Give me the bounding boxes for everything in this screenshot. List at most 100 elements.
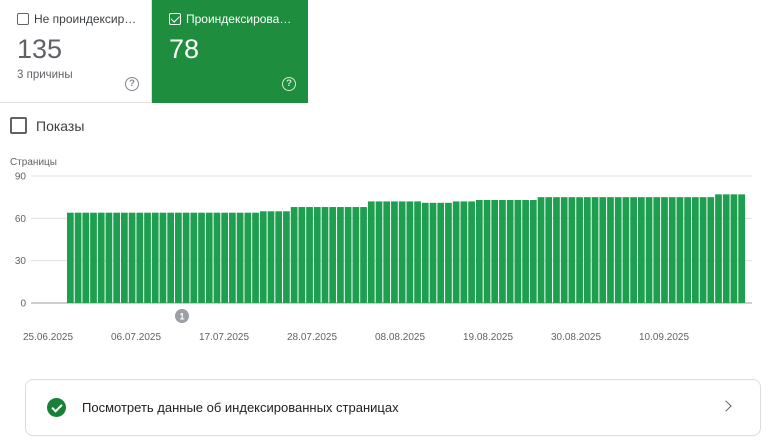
bar[interactable] [82, 212, 90, 303]
bar[interactable] [190, 212, 198, 303]
impressions-label: Показы [36, 117, 85, 134]
bar[interactable] [97, 212, 105, 303]
bar[interactable] [105, 212, 113, 303]
bar[interactable] [151, 212, 159, 303]
bar[interactable] [614, 197, 622, 303]
bar[interactable] [661, 197, 668, 303]
bar[interactable] [730, 194, 738, 303]
impressions-toggle[interactable]: Показы [10, 117, 84, 134]
bar[interactable] [398, 201, 406, 303]
annotation-marker[interactable]: 1 [175, 309, 189, 323]
view-indexed-pages-link[interactable]: Посмотреть данные об индексированных стр… [25, 379, 761, 436]
bar[interactable] [321, 207, 329, 303]
bar[interactable] [599, 197, 607, 303]
bar[interactable] [121, 212, 128, 303]
bar[interactable] [445, 202, 452, 303]
bar[interactable] [229, 212, 236, 303]
help-icon[interactable]: ? [125, 77, 139, 91]
bar[interactable] [67, 212, 74, 303]
bar[interactable] [576, 197, 583, 303]
bar[interactable] [244, 212, 252, 303]
bar[interactable] [738, 194, 745, 303]
bar[interactable] [429, 202, 437, 303]
bar[interactable] [337, 207, 344, 303]
bar[interactable] [182, 212, 190, 303]
bar[interactable] [460, 201, 468, 303]
bar[interactable] [483, 199, 491, 303]
bar[interactable] [205, 212, 213, 303]
bar[interactable] [691, 197, 699, 303]
bar[interactable] [421, 202, 429, 303]
bar[interactable] [313, 207, 321, 303]
bar[interactable] [383, 201, 391, 303]
not-indexed-label: Не проиндексир… [34, 12, 137, 26]
bar[interactable] [707, 197, 715, 303]
bar[interactable] [128, 212, 136, 303]
bar[interactable] [259, 211, 267, 303]
bar[interactable] [722, 194, 730, 303]
bar[interactable] [645, 197, 653, 303]
bar[interactable] [113, 212, 121, 303]
bar[interactable] [607, 197, 614, 303]
bar[interactable] [213, 212, 221, 303]
bar[interactable] [406, 201, 414, 303]
bar[interactable] [290, 207, 298, 303]
bar[interactable] [653, 197, 661, 303]
bar[interactable] [275, 211, 283, 303]
bar[interactable] [529, 199, 537, 303]
bar[interactable] [537, 197, 545, 303]
bar[interactable] [468, 201, 475, 303]
bar[interactable] [267, 211, 275, 303]
bar[interactable] [198, 212, 205, 303]
bar[interactable] [252, 212, 259, 303]
bar[interactable] [499, 199, 506, 303]
bar[interactable] [344, 207, 352, 303]
bar[interactable] [715, 194, 722, 303]
bar[interactable] [699, 197, 707, 303]
indexed-card[interactable]: Проиндексирова… 78 ? [152, 0, 308, 103]
impressions-checkbox[interactable] [10, 117, 27, 134]
bar[interactable] [375, 201, 383, 303]
bar[interactable] [568, 197, 576, 303]
bar[interactable] [668, 197, 676, 303]
bar[interactable] [591, 197, 599, 303]
not-indexed-card[interactable]: Не проиндексир… 135 3 причины ? [0, 0, 152, 103]
bar[interactable] [283, 211, 290, 303]
bar[interactable] [144, 212, 151, 303]
bar[interactable] [74, 212, 82, 303]
not-indexed-checkbox[interactable] [17, 13, 29, 25]
bar[interactable] [298, 207, 306, 303]
indexed-checkbox[interactable] [169, 13, 181, 25]
bar[interactable] [437, 202, 445, 303]
bar[interactable] [506, 199, 514, 303]
bar[interactable] [545, 197, 553, 303]
bar[interactable] [360, 207, 367, 303]
help-icon[interactable]: ? [282, 77, 296, 91]
bar[interactable] [637, 197, 645, 303]
bar[interactable] [491, 199, 499, 303]
bar[interactable] [90, 212, 97, 303]
bar[interactable] [175, 212, 182, 303]
bar[interactable] [306, 207, 313, 303]
bar[interactable] [522, 199, 529, 303]
bar[interactable] [622, 197, 630, 303]
bar[interactable] [414, 201, 421, 303]
bar[interactable] [329, 207, 337, 303]
bar[interactable] [159, 212, 167, 303]
bar[interactable] [676, 197, 684, 303]
bar[interactable] [367, 201, 375, 303]
bar[interactable] [391, 201, 398, 303]
bar[interactable] [221, 212, 229, 303]
bar[interactable] [475, 199, 483, 303]
bar[interactable] [236, 212, 244, 303]
bar[interactable] [136, 212, 144, 303]
bar[interactable] [352, 207, 360, 303]
bar[interactable] [560, 197, 568, 303]
bar[interactable] [583, 197, 591, 303]
bar[interactable] [514, 199, 522, 303]
bar[interactable] [452, 201, 460, 303]
bar[interactable] [167, 212, 175, 303]
bar[interactable] [630, 197, 637, 303]
bar[interactable] [553, 197, 560, 303]
bar[interactable] [684, 197, 691, 303]
